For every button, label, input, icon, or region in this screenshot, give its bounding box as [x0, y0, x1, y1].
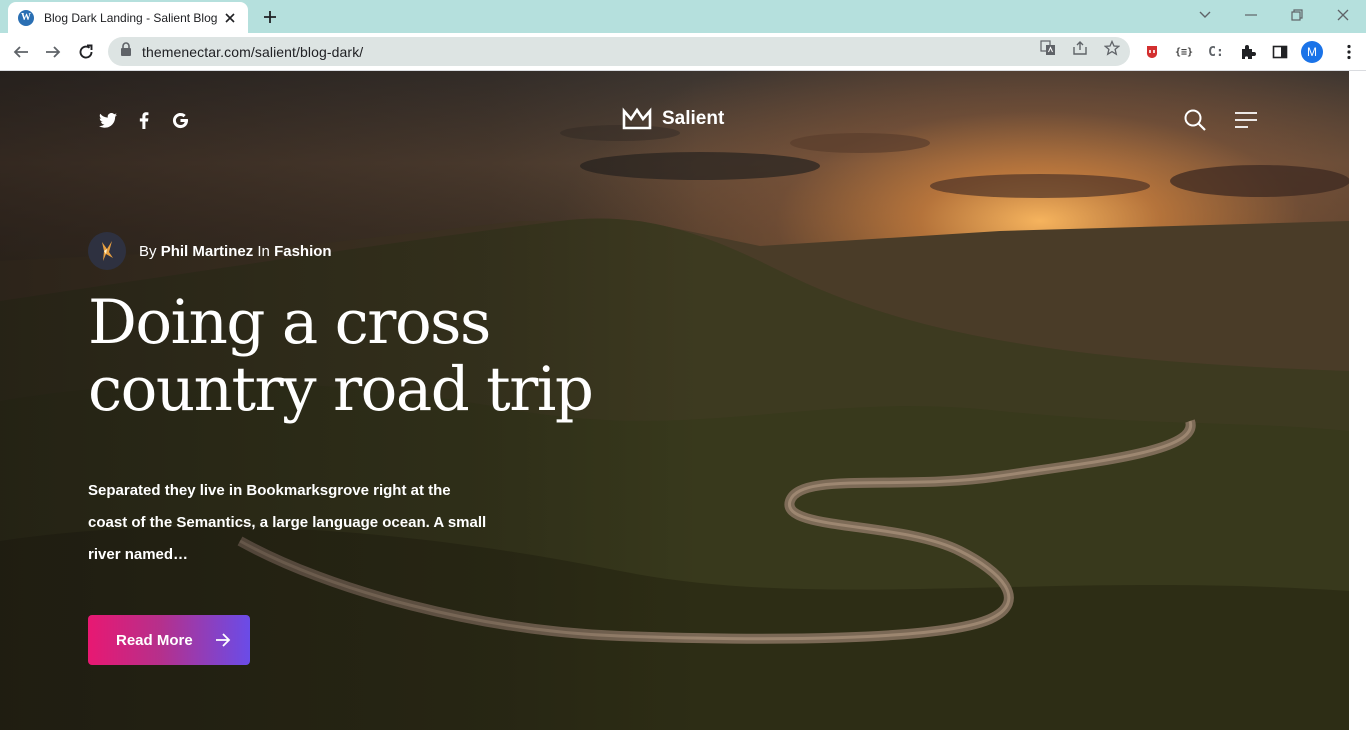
close-icon[interactable] [222, 10, 238, 26]
post-title[interactable]: Doing a cross country road trip [88, 289, 648, 423]
search-icon[interactable] [1182, 108, 1208, 132]
tab-title: Blog Dark Landing - Salient Blog [44, 10, 218, 25]
share-icon[interactable] [1071, 39, 1089, 57]
css-extension-icon[interactable]: C: [1203, 39, 1229, 65]
url-text: themenectar.com/salient/blog-dark/ [142, 43, 364, 60]
bookmark-star-icon[interactable] [1103, 39, 1121, 57]
lock-icon[interactable] [120, 42, 132, 61]
wordpress-icon: W [18, 9, 34, 26]
twitter-icon[interactable] [98, 110, 118, 130]
author-link[interactable]: Phil Martinez [161, 243, 254, 260]
meta-text: By Phil Martinez In Fashion [139, 243, 332, 260]
translate-icon[interactable] [1039, 39, 1057, 57]
hamburger-menu-icon[interactable] [1233, 108, 1259, 132]
side-panel-icon[interactable] [1267, 39, 1293, 65]
browser-menu-icon[interactable] [1336, 39, 1362, 65]
author-avatar[interactable] [88, 232, 126, 270]
google-icon[interactable] [170, 110, 190, 130]
reload-icon[interactable] [73, 39, 99, 65]
forward-icon[interactable] [40, 39, 66, 65]
address-bar[interactable]: themenectar.com/salient/blog-dark/ [108, 37, 1130, 66]
minimize-icon[interactable] [1239, 4, 1263, 26]
browser-tabstrip: W Blog Dark Landing - Salient Blog [0, 0, 1366, 33]
extensions-puzzle-icon[interactable] [1235, 39, 1261, 65]
category-link[interactable]: Fashion [274, 243, 332, 260]
post-meta: By Phil Martinez In Fashion [88, 232, 332, 270]
brand-logo[interactable]: Salient [622, 107, 724, 131]
brand-name: Salient [662, 108, 725, 129]
restore-icon[interactable] [1285, 4, 1309, 26]
scrollbar-track[interactable] [1349, 71, 1366, 730]
new-tab-button[interactable] [259, 6, 281, 28]
post-title-line-1: Doing a cross [88, 287, 491, 358]
post-title-line-2: country road trip [88, 354, 594, 425]
profile-avatar[interactable]: M [1301, 41, 1323, 63]
crown-icon [622, 107, 652, 130]
shield-extension-icon[interactable] [1139, 39, 1165, 65]
window-close-icon[interactable] [1331, 4, 1355, 26]
json-extension-icon[interactable]: {≡} [1171, 39, 1197, 65]
browser-toolbar: themenectar.com/salient/blog-dark/ {≡} C… [0, 33, 1366, 71]
back-icon[interactable] [8, 39, 34, 65]
read-more-label: Read More [116, 631, 193, 649]
arrow-right-icon [215, 633, 231, 647]
post-excerpt: Separated they live in Bookmarksgrove ri… [88, 482, 487, 563]
in-label: In [257, 242, 270, 260]
tab-search-icon[interactable] [1193, 4, 1217, 26]
by-label: By [139, 242, 157, 260]
read-more-button[interactable]: Read More [88, 615, 250, 665]
browser-tab-active[interactable]: W Blog Dark Landing - Salient Blog [8, 2, 248, 33]
hero-section: Salient By Phil Martinez In Fashion Doin… [0, 71, 1349, 730]
facebook-icon[interactable] [134, 110, 154, 130]
